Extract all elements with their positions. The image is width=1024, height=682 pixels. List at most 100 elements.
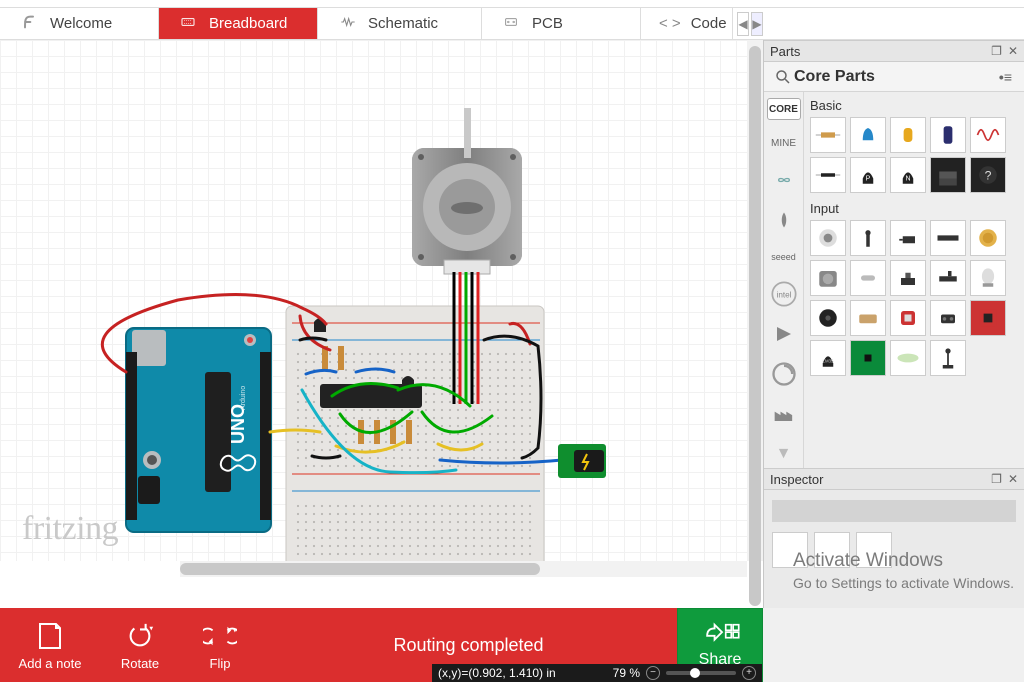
inspector-panel-title: Inspector <box>770 472 823 487</box>
bin-intel-icon[interactable]: intel <box>770 280 798 308</box>
part-battery[interactable] <box>970 220 1006 256</box>
part-rubbercap[interactable] <box>850 117 886 153</box>
inspector-thumb-3[interactable] <box>856 532 892 568</box>
svg-text:Arduino: Arduino <box>240 386 247 410</box>
tab-breadboard-label: Breadboard <box>209 15 287 32</box>
part-relay[interactable] <box>850 300 886 336</box>
tab-scroll-right[interactable]: ▶ <box>751 12 763 36</box>
part-stepper[interactable] <box>810 260 846 296</box>
undock-icon[interactable]: ❐ <box>991 472 1002 486</box>
rotate-icon: ▾ <box>123 619 157 653</box>
tab-pcb-label: PCB <box>532 15 563 32</box>
inspector-name-field[interactable] <box>772 500 1016 522</box>
statusbar: (x,y)=(0.902, 1.410) in 79 % − + <box>432 664 762 682</box>
inspector-thumb-1[interactable] <box>772 532 808 568</box>
bin-more-icon[interactable]: ▼ <box>770 440 798 468</box>
titlebar <box>0 0 1024 8</box>
bin-contrib-icon[interactable] <box>770 360 798 388</box>
inspector-thumb-2[interactable] <box>814 532 850 568</box>
part-piezo[interactable] <box>810 300 846 336</box>
bin-seeed[interactable]: seeed <box>767 246 801 268</box>
part-jack[interactable] <box>890 220 926 256</box>
schematic-icon <box>336 14 358 34</box>
parts-grid: Basic P N ? Input <box>804 92 1024 468</box>
tab-schematic[interactable]: Schematic <box>318 8 482 39</box>
close-icon[interactable]: ✕ <box>1008 472 1018 486</box>
breadboard-canvas[interactable]: UNO Arduino <box>0 40 763 561</box>
parts-panel-header[interactable]: Parts ❐ ✕ <box>764 40 1024 62</box>
part-crystal[interactable] <box>850 260 886 296</box>
right-panels: Parts ❐ ✕ Core Parts •≡ CORE MINE seeed <box>763 40 1024 608</box>
tab-welcome[interactable]: Welcome <box>0 8 159 39</box>
part-slide-pot[interactable] <box>850 220 886 256</box>
part-button[interactable] <box>890 260 926 296</box>
part-tantalum[interactable] <box>890 117 926 153</box>
tab-schematic-label: Schematic <box>368 15 438 32</box>
horizontal-scrollbar[interactable] <box>180 561 747 577</box>
bin-factory-icon[interactable] <box>770 400 798 428</box>
part-lm35[interactable]: LM35 <box>810 340 846 376</box>
tab-pcb[interactable]: PCB <box>482 8 641 39</box>
part-transistor-n[interactable]: N <box>890 157 926 193</box>
svg-text:intel: intel <box>776 291 791 300</box>
part-imu[interactable] <box>890 300 926 336</box>
part-ldr[interactable] <box>890 340 926 376</box>
part-antenna[interactable] <box>930 340 966 376</box>
close-icon[interactable]: ✕ <box>1008 44 1018 58</box>
undock-icon[interactable]: ❐ <box>991 44 1002 58</box>
view-tabs: Welcome Breadboard Schematic PCB < > Cod… <box>0 8 1024 40</box>
routing-status-text: Routing completed <box>393 635 543 656</box>
bin-core[interactable]: CORE <box>767 98 801 120</box>
parts-panel-subheader: Core Parts •≡ <box>764 62 1024 92</box>
svg-text:P: P <box>866 175 871 182</box>
stepper-motor[interactable] <box>412 108 522 274</box>
part-breakout[interactable] <box>970 300 1006 336</box>
part-sensor[interactable] <box>930 300 966 336</box>
input-section-label: Input <box>810 201 1018 216</box>
code-icon: < > <box>659 15 681 32</box>
pcb-icon <box>500 14 522 34</box>
svg-text:▾: ▾ <box>149 623 153 632</box>
part-rotary-encoder[interactable] <box>810 220 846 256</box>
bin-mine[interactable]: MINE <box>767 132 801 154</box>
zoom-out-button[interactable]: − <box>646 666 660 680</box>
bin-arduino-icon[interactable] <box>770 166 798 194</box>
breadboard[interactable] <box>286 306 544 561</box>
part-resistor[interactable] <box>810 117 846 153</box>
rotate-button[interactable]: ▾ Rotate <box>100 608 180 682</box>
tab-breadboard[interactable]: Breadboard <box>159 8 318 39</box>
part-header[interactable] <box>930 220 966 256</box>
arduino-uno[interactable]: UNO Arduino <box>126 328 271 532</box>
part-green-board[interactable] <box>850 340 886 376</box>
bin-parallax-icon[interactable] <box>770 206 798 234</box>
canvas-area: UNO Arduino <box>0 40 763 608</box>
parts-menu-icon[interactable]: •≡ <box>999 69 1016 85</box>
zoom-slider[interactable] <box>666 671 736 675</box>
note-icon <box>33 619 67 653</box>
vertical-scrollbar[interactable] <box>747 40 763 561</box>
tab-scroll-left[interactable]: ◀ <box>737 12 749 36</box>
zoom-in-button[interactable]: + <box>742 666 756 680</box>
part-unknown[interactable]: ? <box>970 157 1006 193</box>
part-pir[interactable] <box>970 260 1006 296</box>
zoom-control[interactable]: 79 % − + <box>613 666 756 680</box>
zoom-value: 79 % <box>613 666 640 680</box>
part-electrolytic[interactable] <box>930 117 966 153</box>
part-switch[interactable] <box>930 260 966 296</box>
power-adapter[interactable] <box>558 444 606 478</box>
part-transistor-p[interactable]: P <box>850 157 886 193</box>
flip-button[interactable]: ▾ Flip <box>180 608 260 682</box>
search-icon[interactable] <box>772 66 794 88</box>
tab-code[interactable]: < > Code <box>641 8 733 39</box>
rotate-label: Rotate <box>121 656 159 671</box>
part-diode[interactable] <box>810 157 846 193</box>
tab-welcome-label: Welcome <box>50 15 112 32</box>
basic-section-label: Basic <box>810 98 1018 113</box>
part-inductor[interactable] <box>970 117 1006 153</box>
inspector-panel-header[interactable]: Inspector ❐ ✕ <box>764 468 1024 490</box>
bin-picaxe-icon[interactable] <box>770 320 798 348</box>
add-note-button[interactable]: Add a note <box>0 608 100 682</box>
part-mystery-chip[interactable] <box>930 157 966 193</box>
add-note-label: Add a note <box>19 656 82 671</box>
svg-text:LM35: LM35 <box>823 358 834 363</box>
